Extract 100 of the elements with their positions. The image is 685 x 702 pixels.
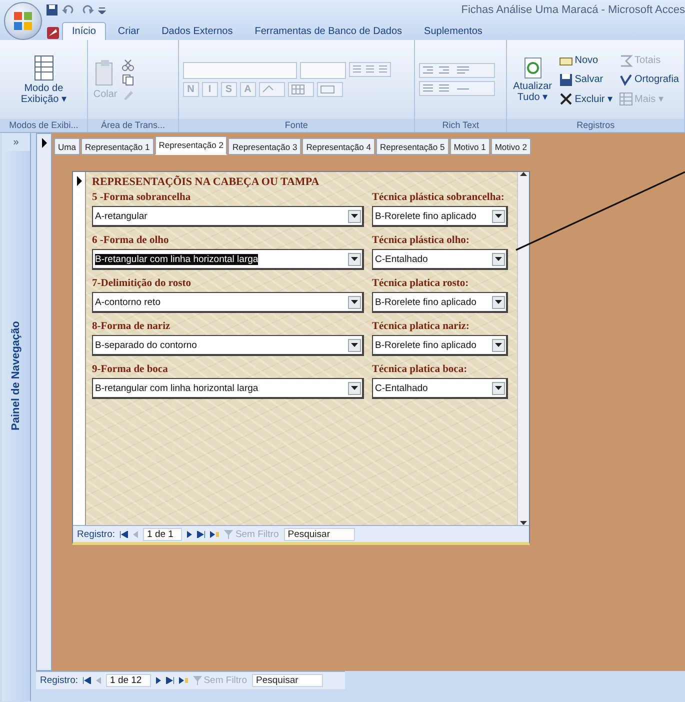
ribbon-button[interactable]: Ortografia <box>618 72 680 88</box>
dropdown-button[interactable] <box>348 382 361 394</box>
indent-icon[interactable] <box>418 63 495 78</box>
font-name-field[interactable] <box>182 62 297 79</box>
group-label: Rich Text <box>414 119 506 132</box>
combo-box[interactable]: B-separado do contorno <box>92 335 364 356</box>
new-record-icon[interactable] <box>210 530 220 538</box>
group-label: Fonte <box>178 119 414 132</box>
form-tab[interactable]: Representação 1 <box>80 138 154 155</box>
dropdown-button[interactable] <box>492 382 505 394</box>
record-position-field[interactable]: 1 de 12 <box>106 674 151 687</box>
ribbon-button[interactable]: Modo de Exibição ▾ <box>4 54 84 106</box>
record-label: Registro: <box>40 675 78 686</box>
combo-box[interactable]: B-retangular com linha horizontal larga <box>92 249 364 270</box>
ribbon-button[interactable]: Novo <box>558 52 614 68</box>
ribbon-tab[interactable]: Ferramentas de Banco de Dados <box>244 22 412 40</box>
form-tab[interactable]: Representação 2 <box>154 136 228 155</box>
customize-icon[interactable] <box>98 6 106 14</box>
first-record-icon[interactable] <box>83 677 92 684</box>
caret-icon <box>351 214 358 218</box>
ribbon-button[interactable]: Salvar <box>558 72 614 88</box>
dropdown-button[interactable] <box>348 338 361 352</box>
group-label: Registros <box>507 119 684 132</box>
fill-color-icon[interactable] <box>258 82 285 97</box>
field-label: Técnica platica boca: <box>372 364 468 375</box>
scrollbar[interactable] <box>517 172 529 525</box>
combo-box[interactable]: B-Rorelete fino aplicado <box>372 335 508 356</box>
form-tab[interactable]: Uma <box>54 138 80 155</box>
copy-icon[interactable] <box>122 74 134 86</box>
datasheet-icon <box>32 54 55 80</box>
last-record-icon[interactable] <box>166 677 174 684</box>
field-label: 7-Delimitição do rosto <box>92 278 192 289</box>
field-label: Técnica plástica olho: <box>372 235 470 246</box>
form-tab[interactable]: Representação 3 <box>228 138 302 155</box>
dropdown-button[interactable] <box>492 296 505 308</box>
field-label: Técnica platica nariz: <box>372 321 470 332</box>
list-icon[interactable] <box>418 81 495 96</box>
record-position-field[interactable]: 1 de 1 <box>143 528 182 540</box>
cut-icon[interactable] <box>122 58 134 70</box>
dropdown-button[interactable] <box>492 252 505 266</box>
field-label: Técnica plástica sobrancelha: <box>372 192 506 203</box>
combo-box[interactable]: A-retangular <box>92 206 364 227</box>
current-record-icon <box>42 138 46 148</box>
ribbon-button[interactable]: Atualizar Tudo ▾ <box>511 56 554 104</box>
next-record-icon[interactable] <box>156 677 161 684</box>
combo-box[interactable]: C-Entalhado <box>372 378 508 399</box>
dropdown-button[interactable] <box>492 210 505 222</box>
caret-icon <box>351 343 358 347</box>
form-tab[interactable]: Representação 5 <box>376 138 449 155</box>
caret-icon <box>351 300 358 304</box>
search-field[interactable]: Pesquisar <box>252 674 324 687</box>
field-label: 5 -Forma sobrancelha <box>92 192 192 203</box>
office-button[interactable] <box>4 2 42 40</box>
field-label: 6 -Forma de olho <box>92 235 170 246</box>
dropdown-button[interactable] <box>492 338 505 352</box>
caret-icon <box>351 257 358 261</box>
scroll-up-icon[interactable] <box>520 172 527 176</box>
form-tab[interactable]: Motivo 1 <box>450 138 490 155</box>
new-record-icon[interactable] <box>178 677 188 684</box>
dropdown-button[interactable] <box>348 210 361 222</box>
ribbon-tab[interactable]: Dados Externos <box>152 22 243 40</box>
last-record-icon[interactable] <box>197 530 206 538</box>
dropdown-button[interactable] <box>348 296 361 308</box>
office-logo-icon <box>13 11 33 31</box>
combo-box[interactable]: B-Rorelete fino aplicado <box>372 206 508 227</box>
search-field[interactable]: Pesquisar <box>284 528 355 540</box>
caret-icon <box>495 386 502 390</box>
next-record-icon[interactable] <box>187 530 192 538</box>
field-label: 8-Forma de nariz <box>92 321 172 332</box>
combo-box[interactable]: B-retangular com linha horizontal larga <box>92 378 364 399</box>
navigation-pane-title[interactable]: Painel de Navegação <box>10 321 22 430</box>
combo-box[interactable]: B-Rorelete fino aplicado <box>372 292 508 313</box>
save-icon <box>558 72 573 86</box>
form-tab[interactable]: Representação 4 <box>302 138 375 155</box>
caret-icon <box>495 300 502 304</box>
field-label: Técnica platica rosto: <box>372 278 470 289</box>
group-label: Área de Trans... <box>88 119 178 132</box>
caret-icon <box>495 257 502 261</box>
first-record-icon[interactable] <box>120 530 128 538</box>
ribbon-tab[interactable]: Suplementos <box>414 22 492 40</box>
redo-icon[interactable] <box>80 5 94 15</box>
record-label: Registro: <box>77 528 116 540</box>
form-tab[interactable]: Motivo 2 <box>490 138 531 155</box>
caret-icon <box>495 214 502 218</box>
refresh-icon <box>524 56 542 78</box>
combo-box[interactable]: C-Entalhado <box>372 249 508 270</box>
save-icon[interactable] <box>46 4 58 16</box>
delete-icon <box>558 92 573 106</box>
section-title: REPRESENTAÇÕIS NA CABEÇA OU TAMPA <box>92 176 320 188</box>
ribbon-tab[interactable]: Início <box>62 22 106 40</box>
caret-icon <box>495 343 502 347</box>
dropdown-button[interactable] <box>348 252 361 266</box>
combo-box[interactable]: A-contorno reto <box>92 292 364 313</box>
ribbon-button[interactable]: Excluir ▾ <box>558 90 614 106</box>
ribbon-tab[interactable]: Criar <box>108 22 150 40</box>
table-icon <box>618 92 633 106</box>
window-title: Fichas Análise Uma Maracá - Microsoft Acces <box>461 4 685 16</box>
sum-icon <box>618 54 633 68</box>
record-selector[interactable] <box>73 172 86 525</box>
font-size-field[interactable] <box>300 62 346 79</box>
